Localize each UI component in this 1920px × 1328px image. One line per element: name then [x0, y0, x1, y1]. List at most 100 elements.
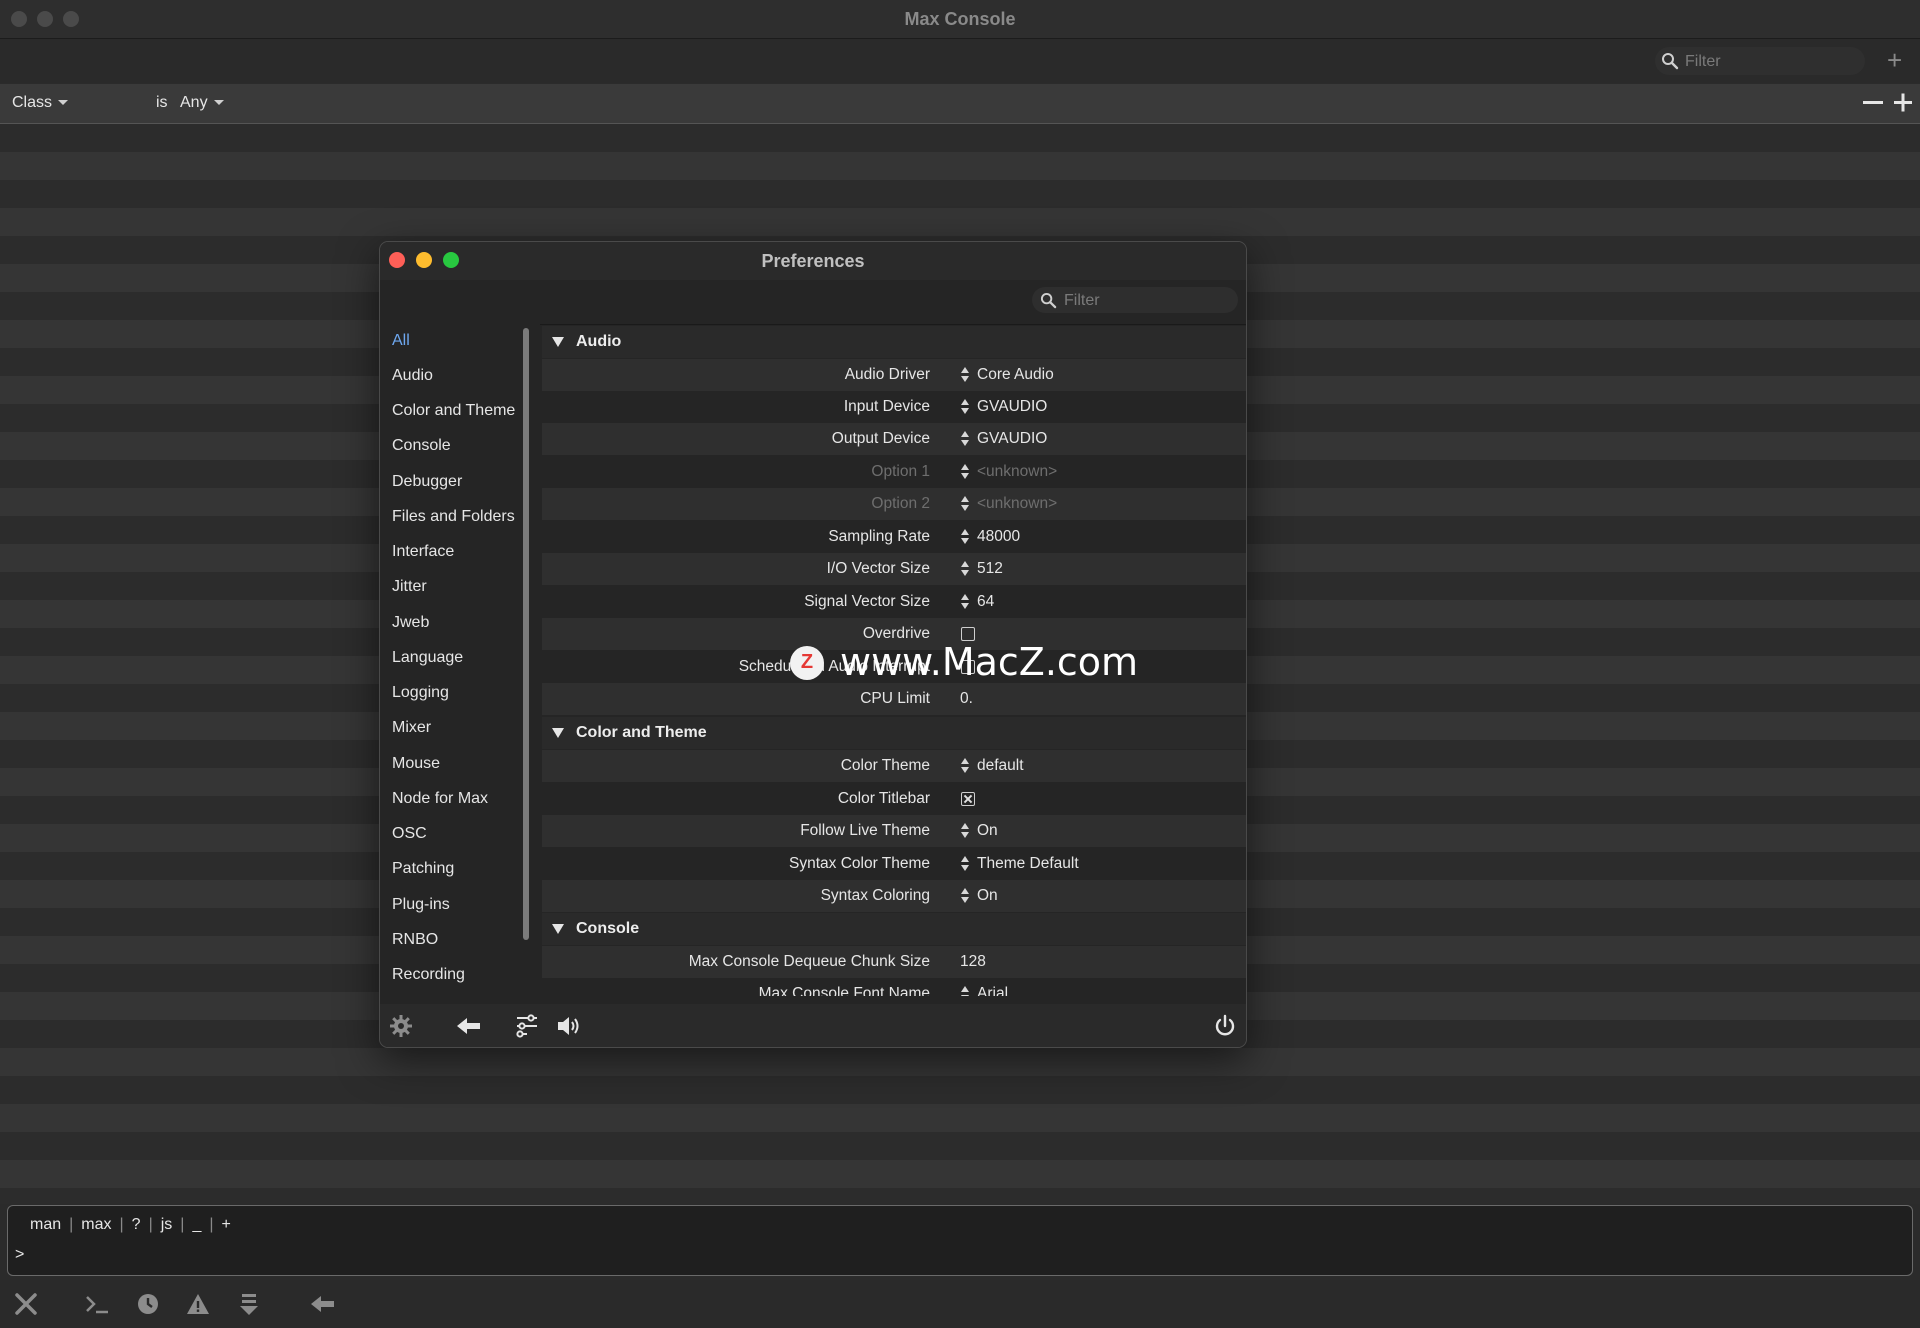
clock-icon[interactable] [136, 1292, 160, 1321]
spinner-arrows-icon[interactable] [961, 429, 969, 449]
sidebar-item-jitter[interactable]: Jitter [392, 578, 427, 596]
overdrive-checkbox[interactable] [961, 627, 975, 641]
console-filter-input[interactable] [1683, 51, 1857, 73]
sidebar-item-debugger[interactable]: Debugger [392, 473, 462, 491]
pref-value[interactable]: On [977, 822, 998, 840]
mixer-settings-icon[interactable] [515, 1014, 539, 1043]
spinner-arrows-icon[interactable] [961, 756, 969, 776]
pref-value[interactable]: Arial [977, 985, 1008, 996]
pref-value[interactable]: 64 [977, 593, 994, 611]
power-icon[interactable] [1213, 1014, 1237, 1043]
preferences-filter-input[interactable] [1062, 290, 1232, 312]
sidebar-item-node-for-max[interactable]: Node for Max [392, 790, 488, 808]
spinner-arrows-icon[interactable] [961, 397, 969, 417]
pref-value[interactable]: 0. [960, 690, 973, 708]
command-tabs: man | max |? | js | _ | + [22, 1216, 239, 1234]
tab-separator: | [209, 1216, 214, 1233]
spinner-arrows-icon[interactable] [961, 821, 969, 841]
sidebar-item-language[interactable]: Language [392, 649, 463, 667]
terminal-icon[interactable] [84, 1292, 110, 1321]
pref-value[interactable]: default [977, 757, 1024, 775]
clear-icon[interactable] [14, 1292, 38, 1321]
spinner-arrows-icon[interactable] [961, 559, 969, 579]
spinner-arrows-icon[interactable] [961, 984, 969, 996]
sidebar-item-recording[interactable]: Recording [392, 966, 465, 984]
spinner-arrows-icon[interactable] [961, 365, 969, 385]
scroll-down-icon[interactable] [238, 1292, 260, 1321]
command-prompt[interactable]: > [15, 1246, 24, 1264]
sidebar-item-console[interactable]: Console [392, 437, 451, 455]
section-header-color-and-theme[interactable]: Color and Theme [542, 717, 1246, 749]
rule-field-dropdown[interactable]: Class [12, 94, 69, 112]
sidebar-item-mixer[interactable]: Mixer [392, 719, 431, 737]
spinner-arrows-icon[interactable] [961, 592, 969, 612]
pref-label: Output Device [831, 430, 930, 447]
preferences-title: Preferences [761, 251, 865, 271]
pref-row-audio-driver: Audio Driver Core Audio [542, 359, 1246, 391]
pref-row-io-vector-size: I/O Vector Size 512 [542, 553, 1246, 585]
section-header-audio[interactable]: Audio [542, 326, 1246, 358]
command-tab-underscore[interactable]: _ [192, 1216, 201, 1233]
command-tab-man[interactable]: man [30, 1216, 61, 1233]
sidebar-item-patching[interactable]: Patching [392, 860, 454, 878]
rule-value-dropdown[interactable]: Any [180, 94, 224, 112]
tab-separator: | [180, 1216, 185, 1233]
speaker-icon[interactable] [556, 1014, 582, 1043]
pref-value[interactable]: Core Audio [977, 366, 1054, 384]
add-rule-button[interactable] [1894, 88, 1912, 121]
pref-value[interactable]: 128 [960, 953, 986, 971]
warning-icon[interactable] [186, 1292, 210, 1321]
remove-rule-button[interactable] [1863, 88, 1883, 121]
pref-row-syntax-color-theme: Syntax Color Theme Theme Default [542, 848, 1246, 880]
sidebar-item-mouse[interactable]: Mouse [392, 755, 440, 773]
tab-separator: | [119, 1216, 124, 1233]
pref-value[interactable]: Theme Default [977, 855, 1079, 873]
pref-value[interactable]: 48000 [977, 528, 1020, 546]
sidebar-item-audio[interactable]: Audio [392, 367, 433, 385]
sidebar-item-rnbo[interactable]: RNBO [392, 931, 438, 949]
preferences-toolbar [380, 1004, 1246, 1047]
sidebar-item-files-and-folders[interactable]: Files and Folders [392, 508, 515, 526]
sidebar-item-logging[interactable]: Logging [392, 684, 449, 702]
command-tab-add[interactable]: + [222, 1216, 231, 1233]
search-icon [1040, 292, 1057, 314]
pref-label: Follow Live Theme [800, 822, 930, 839]
back-arrow-icon[interactable] [310, 1292, 336, 1321]
command-tab-help[interactable]: ? [132, 1216, 141, 1233]
rule-operator-label: is [156, 94, 168, 111]
pref-label: Syntax Color Theme [789, 855, 930, 872]
command-input-area[interactable]: man | max |? | js | _ | + > [7, 1205, 1913, 1276]
sidebar-item-plug-ins[interactable]: Plug-ins [392, 896, 450, 914]
tab-separator: | [148, 1216, 153, 1233]
gear-icon[interactable] [389, 1014, 413, 1043]
rule-field-label: Class [12, 94, 53, 111]
color-titlebar-checkbox[interactable] [961, 792, 975, 806]
pref-label: Audio Driver [844, 366, 930, 383]
rule-value-label: Any [180, 94, 208, 111]
pref-value: <unknown> [977, 495, 1058, 512]
sidebar-item-jweb[interactable]: Jweb [392, 614, 429, 632]
sidebar-scrollbar[interactable] [523, 328, 529, 940]
back-arrow-icon[interactable] [456, 1014, 482, 1043]
section-header-console[interactable]: Console [542, 913, 1246, 945]
sidebar-item-osc[interactable]: OSC [392, 825, 427, 843]
pref-value[interactable]: On [977, 887, 998, 905]
command-tab-max[interactable]: max [81, 1216, 111, 1233]
sidebar-item-all[interactable]: All [392, 332, 410, 350]
pref-value[interactable]: GVAUDIO [977, 430, 1047, 448]
sidebar-item-color-and-theme[interactable]: Color and Theme [392, 402, 515, 420]
spinner-arrows-icon[interactable] [961, 854, 969, 874]
spinner-arrows-icon[interactable] [961, 886, 969, 906]
divider [540, 324, 1246, 325]
command-tab-js[interactable]: js [161, 1216, 173, 1233]
sidebar-item-interface[interactable]: Interface [392, 543, 454, 561]
pref-row-signal-vector-size: Signal Vector Size 64 [542, 586, 1246, 618]
console-filter[interactable] [1655, 47, 1865, 75]
pref-row-option-2: Option 2 <unknown> [542, 488, 1246, 520]
pref-value[interactable]: GVAUDIO [977, 398, 1047, 416]
spinner-arrows-icon[interactable] [961, 527, 969, 547]
pref-row-follow-live-theme: Follow Live Theme On [542, 815, 1246, 847]
preferences-filter[interactable] [1032, 287, 1238, 313]
pref-value[interactable]: 512 [977, 560, 1003, 578]
add-filter-button[interactable]: + [1887, 45, 1902, 76]
